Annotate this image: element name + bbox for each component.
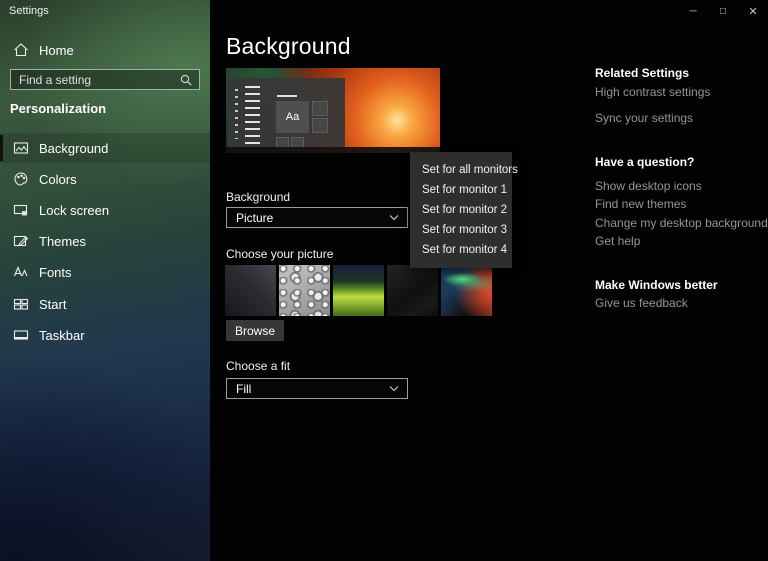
themes-icon	[13, 233, 29, 249]
sidebar-item-label: Lock screen	[39, 202, 110, 218]
start-icon	[13, 296, 29, 312]
lock-screen-icon	[13, 202, 29, 218]
related-settings-panel: Related Settings High contrast settings …	[595, 66, 768, 366]
sidebar-section-header: Personalization	[10, 101, 107, 116]
sidebar-item-background[interactable]: Background	[0, 133, 210, 163]
sidebar-item-taskbar[interactable]: Taskbar	[0, 320, 210, 350]
background-type-value: Picture	[236, 210, 274, 225]
make-windows-better-header: Make Windows better	[595, 278, 718, 292]
sidebar-item-fonts[interactable]: Fonts	[0, 257, 210, 287]
wallpaper-thumbnail-5[interactable]	[441, 265, 492, 316]
sidebar-item-label: Start	[39, 296, 67, 312]
fit-value: Fill	[236, 381, 252, 396]
search-box[interactable]	[10, 69, 200, 90]
preview-menu-lines	[245, 86, 260, 146]
chevron-down-icon	[389, 214, 399, 221]
search-input[interactable]	[11, 72, 179, 87]
link-get-help[interactable]: Get help	[595, 234, 640, 248]
sidebar-item-colors[interactable]: Colors	[0, 164, 210, 194]
link-find-new-themes[interactable]: Find new themes	[595, 197, 686, 211]
related-settings-header: Related Settings	[595, 66, 690, 80]
sidebar-item-label: Themes	[39, 233, 86, 249]
preview-tile-small	[312, 101, 328, 116]
sidebar-item-start[interactable]: Start	[0, 289, 210, 319]
wallpaper-thumbnail-3[interactable]	[333, 265, 384, 316]
home-icon	[13, 42, 29, 58]
link-high-contrast[interactable]: High contrast settings	[595, 85, 710, 99]
menu-item-set-monitor-4[interactable]: Set for monitor 4	[410, 240, 512, 260]
preview-tiles: Aa	[276, 95, 342, 153]
colors-icon	[13, 171, 29, 187]
sidebar-item-label: Fonts	[39, 264, 72, 280]
menu-item-set-monitor-1[interactable]: Set for monitor 1	[410, 180, 512, 200]
preview-taskbar	[226, 147, 440, 153]
background-type-dropdown[interactable]: Picture	[226, 207, 408, 228]
sidebar-item-label: Home	[39, 42, 74, 58]
preview-menu-bullets	[235, 89, 238, 139]
preview-start-menu: Aa	[228, 78, 345, 151]
choose-picture-label: Choose your picture	[226, 247, 334, 261]
preview-tile-small	[312, 118, 328, 133]
search-icon[interactable]	[179, 73, 193, 87]
sidebar-item-themes[interactable]: Themes	[0, 226, 210, 256]
window-controls: ─ □ ✕	[678, 0, 768, 23]
choose-fit-label: Choose a fit	[226, 359, 291, 373]
menu-item-set-monitor-3[interactable]: Set for monitor 3	[410, 220, 512, 240]
taskbar-icon	[13, 327, 29, 343]
link-sync-settings[interactable]: Sync your settings	[595, 111, 693, 125]
wallpaper-thumbnail-1[interactable]	[225, 265, 276, 316]
window-title: Settings	[9, 5, 49, 17]
preview-tile-aa: Aa	[276, 101, 309, 133]
menu-item-set-monitor-2[interactable]: Set for monitor 2	[410, 200, 512, 220]
fonts-icon	[13, 264, 29, 280]
minimize-button[interactable]: ─	[678, 0, 708, 23]
menu-item-set-all-monitors[interactable]: Set for all monitors	[410, 160, 518, 180]
link-show-desktop-icons[interactable]: Show desktop icons	[595, 179, 702, 193]
background-icon	[13, 140, 29, 156]
preview-tiles-header	[277, 95, 297, 97]
sidebar-item-lock-screen[interactable]: Lock screen	[0, 195, 210, 225]
sidebar-item-label: Taskbar	[39, 327, 85, 343]
browse-button[interactable]: Browse	[226, 320, 284, 341]
close-button[interactable]: ✕	[738, 0, 768, 23]
selected-indicator	[0, 135, 3, 161]
background-preview: Aa	[226, 68, 440, 153]
fit-dropdown[interactable]: Fill	[226, 378, 408, 399]
maximize-button[interactable]: □	[708, 0, 738, 23]
link-change-desktop-background[interactable]: Change my desktop background	[595, 216, 768, 230]
main-content: ─ □ ✕ Background Aa Background Picture C…	[210, 0, 768, 561]
sidebar-item-home[interactable]: Home	[0, 36, 210, 64]
set-wallpaper-context-menu: Set for all monitors Set for monitor 1 S…	[410, 152, 518, 268]
chevron-down-icon	[389, 385, 399, 392]
wallpaper-thumbnail-2[interactable]	[279, 265, 330, 316]
have-a-question-header: Have a question?	[595, 155, 695, 169]
settings-sidebar: Settings Home Personalization Background	[0, 0, 210, 561]
link-give-feedback[interactable]: Give us feedback	[595, 296, 688, 310]
background-dropdown-label: Background	[226, 190, 291, 204]
picture-thumbnails	[225, 265, 492, 316]
page-title: Background	[226, 33, 351, 59]
sidebar-item-label: Background	[39, 140, 109, 156]
sidebar-item-label: Colors	[39, 171, 77, 187]
wallpaper-thumbnail-4[interactable]	[387, 265, 438, 316]
